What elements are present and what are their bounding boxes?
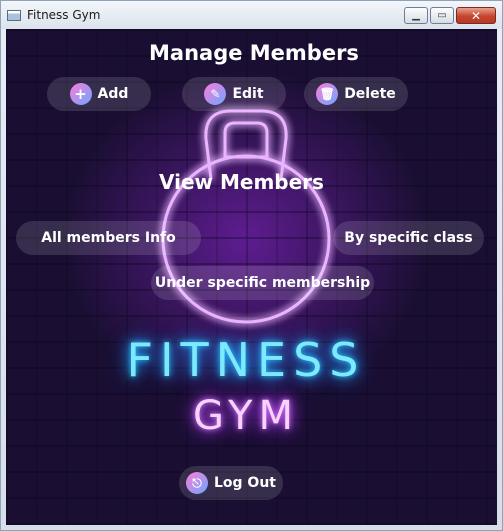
delete-label: Delete (344, 86, 396, 102)
pencil-icon: ✎ (204, 83, 227, 105)
trash-icon: 🗑 (316, 83, 339, 105)
under-specific-membership-label: Under specific membership (154, 275, 371, 291)
close-icon: ✕ (470, 8, 482, 23)
title-bar[interactable]: Fitness Gym ▁ ▭ ✕ (1, 1, 502, 29)
maximize-icon: ▭ (437, 9, 447, 21)
delete-button[interactable]: 🗑 Delete (304, 77, 408, 111)
by-specific-class-button[interactable]: By specific class (333, 221, 484, 255)
edit-button[interactable]: ✎ Edit (182, 77, 286, 111)
all-members-info-button[interactable]: All members Info (16, 221, 201, 255)
under-specific-membership-button[interactable]: Under specific membership (151, 266, 374, 300)
window-title: Fitness Gym (27, 8, 101, 22)
window-app-icon (7, 9, 21, 21)
add-label: Add (97, 86, 129, 102)
minimize-icon: ▁ (412, 9, 420, 21)
close-button[interactable]: ✕ (456, 7, 496, 24)
maximize-button[interactable]: ▭ (430, 7, 454, 24)
app-window: Fitness Gym ▁ ▭ ✕ Manage Members + Add ✎… (0, 0, 503, 531)
add-button[interactable]: + Add (47, 77, 151, 111)
main-panel: Manage Members + Add ✎ Edit 🗑 Delete Vie… (6, 29, 497, 525)
logo-gym-text: GYM (193, 393, 299, 439)
by-specific-class-label: By specific class (344, 230, 473, 246)
edit-label: Edit (232, 86, 264, 102)
minimize-button[interactable]: ▁ (404, 7, 428, 24)
logo-fitness-text: FITNESS (126, 333, 366, 387)
logout-button[interactable]: ⎋ Log Out (179, 466, 283, 500)
window-controls: ▁ ▭ ✕ (404, 7, 496, 24)
logout-icon: ⎋ (186, 472, 208, 494)
plus-icon: + (69, 83, 92, 105)
manage-members-heading: Manage Members (149, 41, 359, 65)
view-members-heading: View Members (159, 170, 324, 194)
all-members-info-label: All members Info (41, 230, 176, 246)
logout-label: Log Out (214, 475, 276, 491)
